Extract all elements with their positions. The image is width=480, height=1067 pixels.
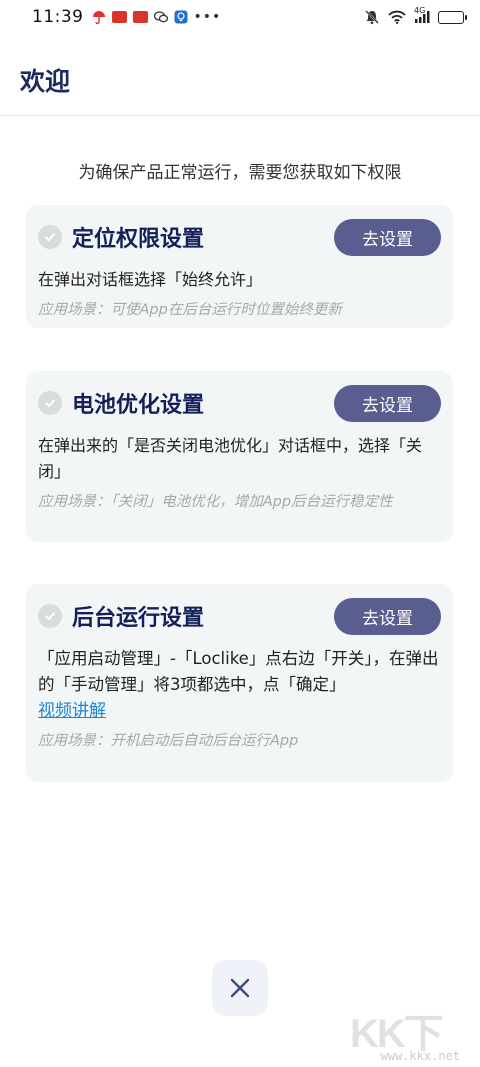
umbrella-icon	[92, 11, 105, 24]
close-icon	[230, 978, 250, 998]
background-settings-button[interactable]: 去设置	[334, 597, 441, 635]
card-title: 定位权限设置	[72, 227, 205, 252]
card-description: 在弹出对话框选择「始终允许」	[38, 270, 263, 289]
system-icons: 4G	[364, 6, 467, 25]
bell-off-icon	[365, 10, 379, 25]
card-title: 后台运行设置	[72, 606, 205, 631]
network-type: 4G	[414, 6, 426, 15]
app-icon-red-2	[132, 11, 148, 23]
location-permission-card: 定位权限设置 去设置 在弹出对话框选择「始终允许」 应用场景：可使App在后台运…	[26, 205, 453, 328]
card-description: 在弹出来的「是否关闭电池优化」对话框中，选择「关闭」	[38, 436, 423, 481]
check-circle-icon	[38, 391, 62, 415]
wifi-icon	[388, 10, 406, 24]
more-notifications-dots: •••	[193, 9, 222, 25]
battery-optimization-card: 电池优化设置 去设置 在弹出来的「是否关闭电池优化」对话框中，选择「关闭」 应用…	[26, 371, 453, 542]
check-circle-icon	[38, 225, 62, 249]
intro-text: 为确保产品正常运行，需要您获取如下权限	[78, 163, 402, 183]
watermark-url: www.kkx.net	[380, 1049, 460, 1063]
close-button[interactable]	[212, 960, 268, 1016]
battery-icon	[438, 10, 467, 24]
location-settings-button[interactable]: 去设置	[334, 218, 441, 256]
bulb-icon	[174, 10, 187, 24]
signal-icon: 4G	[414, 6, 430, 24]
page-title: 欢迎	[20, 67, 71, 96]
app-header: 欢迎	[0, 34, 480, 116]
battery-settings-button[interactable]: 去设置	[334, 384, 441, 422]
background-run-card: 后台运行设置 去设置 「应用启动管理」-「Loclike」点右边「开关」，在弹出…	[26, 584, 453, 782]
card-scene: 应用场景：开机启动后自动后台运行App	[38, 733, 299, 749]
notification-icons: •••	[92, 9, 222, 25]
card-title: 电池优化设置	[72, 393, 205, 418]
card-description: 「应用启动管理」-「Loclike」点右边「开关」，在弹出的「手动管理」将3项都…	[38, 649, 439, 694]
status-bar: 11:39 ••• 4G	[0, 0, 480, 34]
status-time: 11:39	[32, 7, 84, 27]
watermark: KK下载 www.kkx.net	[350, 1001, 460, 1067]
card-scene: 应用场景：可使App在后台运行时位置始终更新	[38, 302, 342, 318]
app-icon-red-1	[111, 11, 127, 23]
card-scene: 应用场景：「关闭」电池优化，增加App后台运行稳定性	[38, 494, 393, 510]
check-circle-icon	[38, 604, 62, 628]
video-tutorial-link[interactable]: 视频讲解	[38, 698, 106, 724]
wechat-icon	[153, 11, 168, 23]
